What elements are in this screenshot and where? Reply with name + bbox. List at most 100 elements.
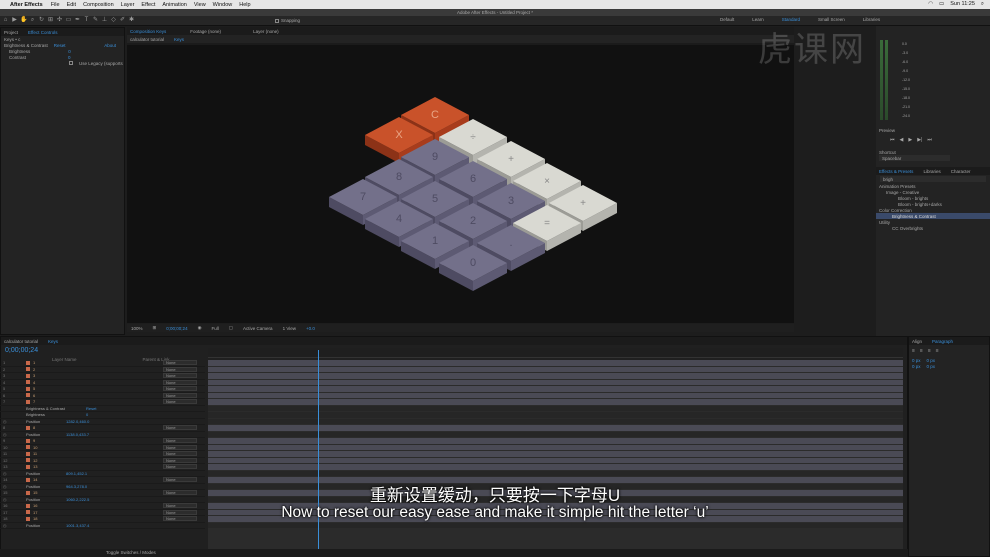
parent-select[interactable]: None: [163, 399, 197, 405]
tab-calculator-tutorial[interactable]: calculator tutorial: [4, 339, 38, 344]
space-before-value[interactable]: 0 px: [912, 364, 921, 369]
keyframe-track[interactable]: [208, 522, 903, 529]
menu-layer[interactable]: Layer: [121, 2, 135, 8]
property-reset-button[interactable]: Reset: [86, 406, 96, 411]
tab-composition-keys[interactable]: Composition Keys: [130, 29, 166, 34]
zoom-tool-icon[interactable]: ⌕: [29, 17, 36, 24]
snapshot-icon[interactable]: ◉: [198, 325, 202, 331]
menu-effect[interactable]: Effect: [141, 2, 155, 8]
position-value[interactable]: 1282.0,460.0: [66, 419, 89, 424]
parent-select[interactable]: None: [163, 438, 197, 444]
layer-name[interactable]: 5: [33, 386, 73, 391]
workspace-default[interactable]: Default: [720, 17, 734, 22]
menu-window[interactable]: Window: [213, 2, 233, 8]
effects-search-input[interactable]: brigh: [880, 176, 986, 182]
camera-select[interactable]: Active Camera: [243, 326, 273, 331]
layer-name[interactable]: 1: [33, 360, 73, 365]
stopwatch-icon[interactable]: ◷: [0, 471, 26, 476]
parent-select[interactable]: None: [163, 379, 197, 385]
app-menu[interactable]: After Effects: [10, 2, 43, 8]
parent-select[interactable]: None: [163, 457, 197, 463]
label-color-swatch[interactable]: [26, 438, 30, 443]
search-icon[interactable]: ⌕: [981, 1, 984, 8]
toggle-switches-modes[interactable]: Toggle Switches / Modes: [0, 549, 908, 557]
parent-select[interactable]: None: [163, 366, 197, 372]
checkbox-icon[interactable]: [275, 18, 279, 23]
menu-file[interactable]: File: [51, 2, 60, 8]
label-color-swatch[interactable]: [26, 451, 30, 456]
tab-keys[interactable]: Keys: [48, 339, 58, 344]
layer-name[interactable]: 4: [33, 380, 73, 385]
play-icon[interactable]: ▶: [908, 137, 912, 143]
puppet-tool-icon[interactable]: ✱: [128, 17, 135, 24]
last-frame-icon[interactable]: ⏭: [927, 137, 932, 143]
brightness-value[interactable]: 0: [68, 49, 71, 54]
align-left-icon[interactable]: ≡: [912, 348, 915, 354]
layer-name[interactable]: 6: [33, 393, 73, 398]
property-name[interactable]: Brightness & Contrast: [26, 406, 86, 411]
tab-layer[interactable]: Layer (none): [253, 29, 279, 34]
parent-select[interactable]: None: [163, 444, 197, 450]
parent-select[interactable]: None: [163, 386, 197, 392]
shortcut-select[interactable]: Spacebar: [879, 155, 950, 161]
first-frame-icon[interactable]: ⏮: [890, 137, 895, 143]
label-color-swatch[interactable]: [26, 360, 30, 365]
layer-name[interactable]: 9: [33, 438, 73, 443]
layer-name[interactable]: 11: [33, 451, 73, 456]
battery-icon[interactable]: ▭: [939, 1, 944, 8]
property-name[interactable]: Position: [26, 523, 66, 528]
align-center-icon[interactable]: ≡: [920, 348, 923, 354]
property-name[interactable]: Position: [26, 432, 66, 437]
breadcrumb-calculator-tutorial[interactable]: calculator tutorial: [130, 37, 164, 42]
parent-select[interactable]: None: [163, 425, 197, 431]
layer-name[interactable]: 3: [33, 373, 73, 378]
tab-effects-presets[interactable]: Effects & Presets: [879, 169, 913, 174]
position-value[interactable]: 1138.0,433.7: [66, 432, 89, 437]
tab-project[interactable]: Project: [4, 30, 18, 35]
label-color-swatch[interactable]: [26, 464, 30, 469]
tab-paragraph[interactable]: Paragraph: [932, 339, 953, 344]
parent-select[interactable]: None: [163, 451, 197, 457]
resolution-select[interactable]: Full: [212, 326, 219, 331]
brush-tool-icon[interactable]: ✎: [92, 17, 99, 24]
tab-footage[interactable]: Footage (none): [190, 29, 221, 34]
parent-select[interactable]: None: [163, 373, 197, 379]
roi-icon[interactable]: ▢: [229, 325, 233, 331]
stopwatch-icon[interactable]: ◷: [0, 419, 26, 424]
home-icon[interactable]: ⌂: [2, 17, 9, 24]
selection-tool-icon[interactable]: ▶: [11, 17, 18, 24]
rotate-tool-icon[interactable]: ↻: [38, 17, 45, 24]
position-row[interactable]: ◷ Position 1001.3,437.4: [0, 523, 205, 529]
contrast-value[interactable]: 0: [68, 55, 71, 60]
label-color-swatch[interactable]: [26, 393, 30, 398]
reset-button[interactable]: Reset: [54, 43, 66, 48]
menu-composition[interactable]: Composition: [83, 2, 114, 8]
view-layout-select[interactable]: 1 View: [283, 326, 296, 331]
layer-name[interactable]: 12: [33, 458, 73, 463]
effect-name[interactable]: Brightness & Contrast: [4, 43, 48, 48]
roto-tool-icon[interactable]: ✐: [119, 17, 126, 24]
position-value[interactable]: 809.1,452.1: [66, 471, 87, 476]
grid-icon[interactable]: ⊞: [153, 325, 157, 331]
parent-select[interactable]: None: [163, 464, 197, 470]
rectangle-tool-icon[interactable]: ▭: [65, 17, 72, 24]
pen-tool-icon[interactable]: ✒: [74, 17, 81, 24]
justify-icon[interactable]: ≡: [936, 348, 939, 354]
label-color-swatch[interactable]: [26, 425, 30, 430]
tree-item-cc-overbrights[interactable]: CC Overbrights: [876, 225, 990, 231]
breadcrumb-keys[interactable]: Keys: [174, 37, 184, 42]
tab-effect-controls[interactable]: Effect Controls: [28, 30, 57, 35]
eraser-tool-icon[interactable]: ◇: [110, 17, 117, 24]
layer-name[interactable]: 13: [33, 464, 73, 469]
prev-frame-icon[interactable]: ◀: [900, 137, 904, 143]
tab-libraries[interactable]: Libraries: [923, 169, 940, 174]
property-name[interactable]: Position: [26, 471, 66, 476]
label-color-swatch[interactable]: [26, 445, 30, 450]
type-tool-icon[interactable]: T: [83, 17, 90, 24]
label-color-swatch[interactable]: [26, 386, 30, 391]
indent-left-value[interactable]: 0 px: [912, 358, 921, 363]
stopwatch-icon[interactable]: ◷: [0, 523, 26, 528]
camera-tool-icon[interactable]: ⊞: [47, 17, 54, 24]
magnification-select[interactable]: 100%: [131, 326, 143, 331]
property-name[interactable]: Brightness: [26, 412, 86, 417]
